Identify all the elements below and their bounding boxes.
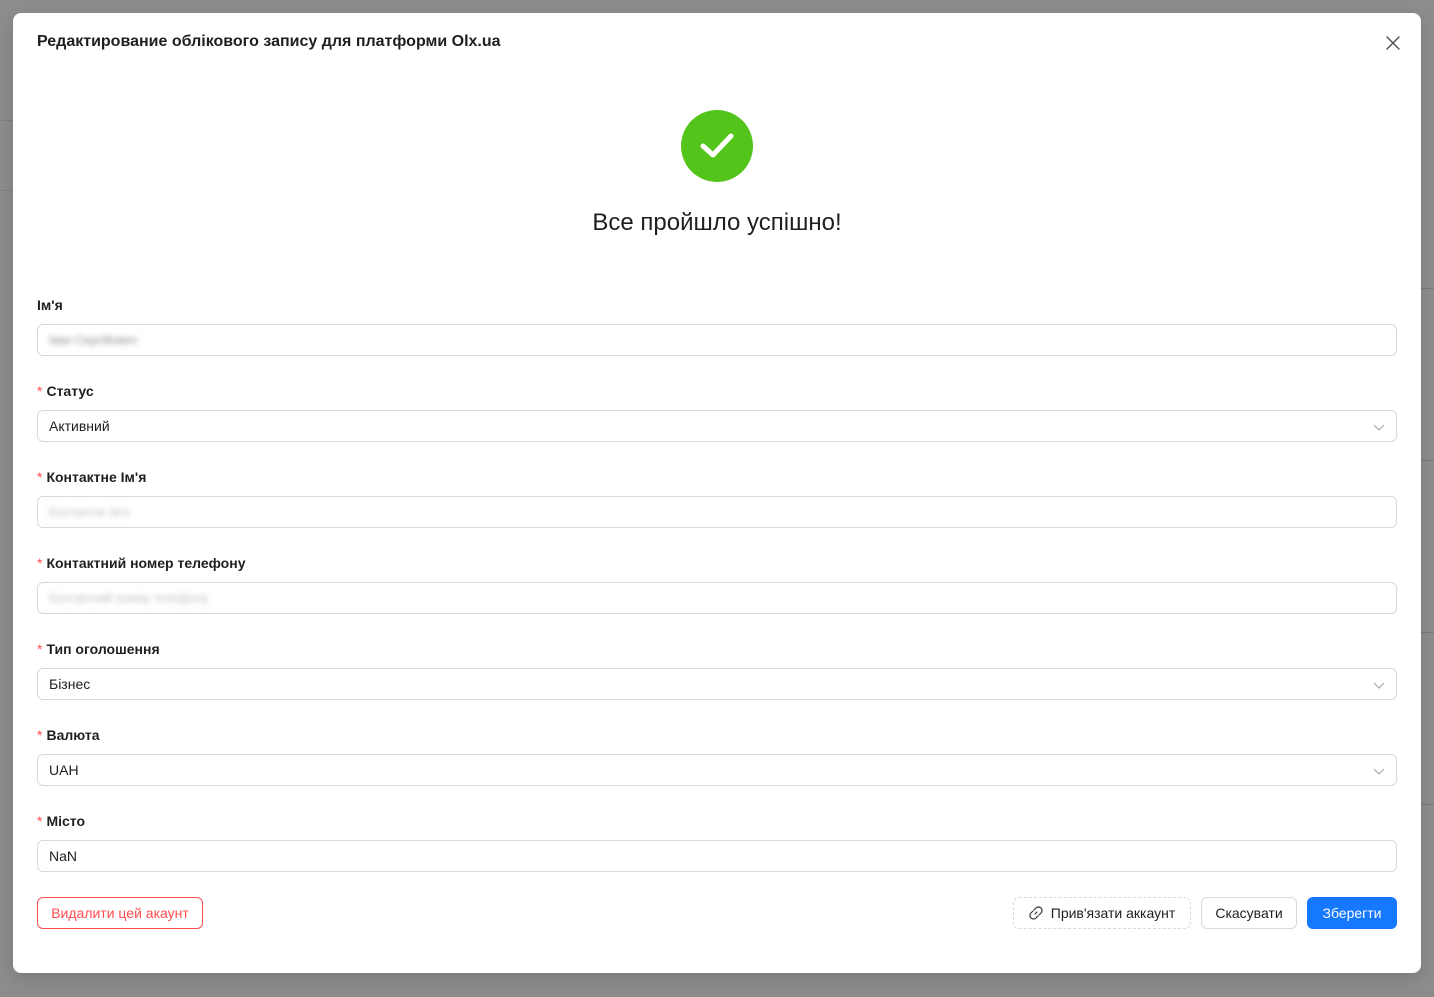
status-select[interactable]: Активний xyxy=(37,410,1397,442)
ad-type-select[interactable]: Бізнес xyxy=(37,668,1397,700)
contact-name-label: * Контактне Ім'я xyxy=(37,469,147,485)
delete-account-label: Видалити цей акаунт xyxy=(51,905,189,921)
status-value: Активний xyxy=(49,418,110,434)
name-value: Іван Сергійович xyxy=(49,333,137,347)
contact-name-input[interactable]: Контактне Ім'я xyxy=(37,496,1397,528)
contact-phone-placeholder: Контактний номер телефону xyxy=(49,591,209,605)
cancel-button[interactable]: Скасувати xyxy=(1201,897,1297,929)
city-input[interactable]: NaN xyxy=(37,840,1397,872)
ad-type-value: Бізнес xyxy=(49,676,91,692)
close-button[interactable] xyxy=(1381,31,1405,55)
cancel-label: Скасувати xyxy=(1215,905,1283,921)
name-label: Ім'я xyxy=(37,297,63,313)
save-label: Зберегти xyxy=(1322,905,1382,921)
currency-value: UAH xyxy=(49,762,79,778)
chevron-down-icon xyxy=(1373,682,1385,689)
save-button[interactable]: Зберегти xyxy=(1307,897,1397,929)
link-account-button[interactable]: Прив'язати аккаунт xyxy=(1013,897,1191,929)
contact-phone-label: * Контактний номер телефону xyxy=(37,555,246,571)
delete-account-button[interactable]: Видалити цей акаунт xyxy=(37,897,203,929)
edit-account-modal: Редактирование облікового запису для пла… xyxy=(13,13,1421,973)
name-input[interactable]: Іван Сергійович xyxy=(37,324,1397,356)
modal-title: Редактирование облікового запису для пла… xyxy=(37,33,501,50)
ad-type-label: * Тип оголошення xyxy=(37,641,160,657)
chevron-down-icon xyxy=(1373,424,1385,431)
contact-name-placeholder: Контактне Ім'я xyxy=(49,505,130,519)
check-circle-icon xyxy=(681,110,753,182)
success-message: Все пройшло успішно! xyxy=(592,209,842,236)
link-icon xyxy=(1029,906,1043,920)
link-account-label: Прив'язати аккаунт xyxy=(1050,905,1176,921)
status-label: * Статус xyxy=(37,383,94,399)
currency-label: * Валюта xyxy=(37,727,100,743)
city-value: NaN xyxy=(49,848,78,864)
city-label: * Місто xyxy=(37,813,86,829)
currency-select[interactable]: UAH xyxy=(37,754,1397,786)
close-icon xyxy=(1386,36,1400,50)
chevron-down-icon xyxy=(1373,768,1385,775)
contact-phone-input[interactable]: Контактний номер телефону xyxy=(37,582,1397,614)
